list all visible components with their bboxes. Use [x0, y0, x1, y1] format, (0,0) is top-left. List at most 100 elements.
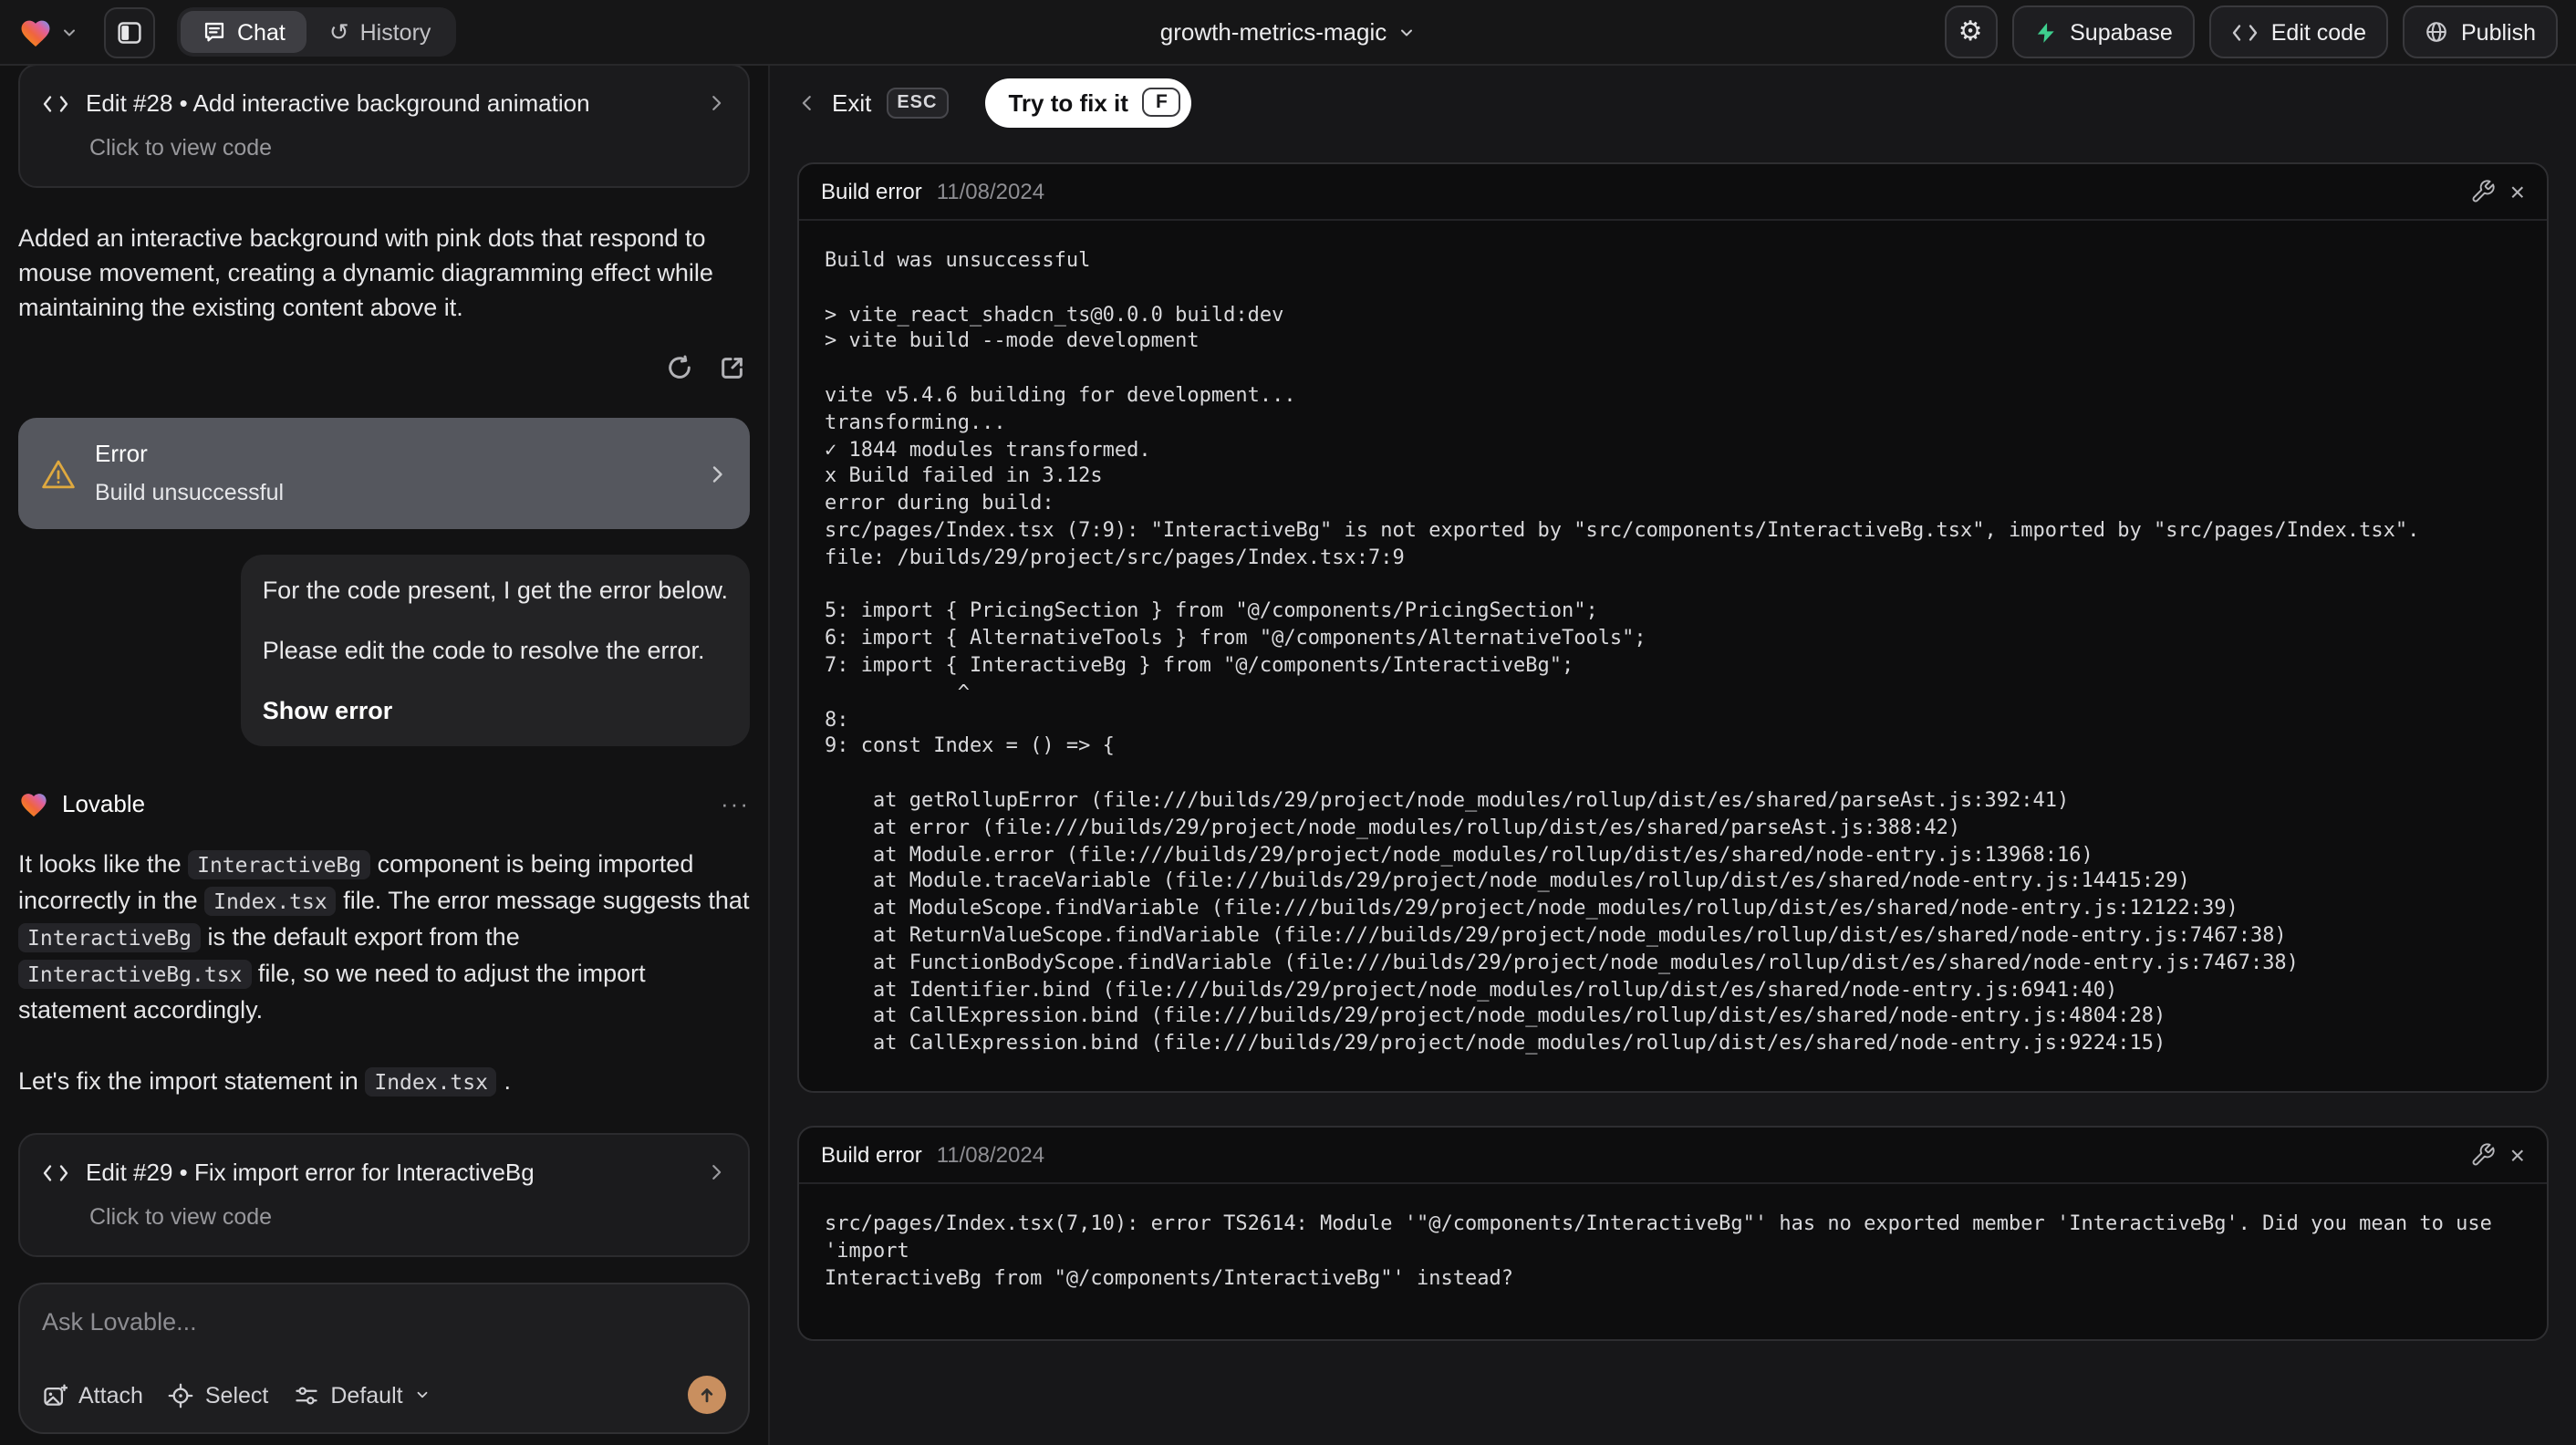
wrench-icon[interactable]	[2470, 179, 2496, 204]
text-run: is the default export from the	[201, 923, 520, 951]
lovable-heart-icon	[18, 790, 49, 817]
edit-card-29[interactable]: Edit #29 • Fix import error for Interact…	[18, 1133, 750, 1257]
chevron-down-icon	[1397, 23, 1416, 41]
tab-chat[interactable]: Chat	[181, 11, 307, 53]
text-run: It looks like the	[18, 850, 189, 878]
build-error-panel-2: Build error 11/08/2024 × src/pages/Index…	[797, 1125, 2549, 1342]
wrench-icon[interactable]	[2470, 1142, 2496, 1168]
publish-label: Publish	[2461, 19, 2536, 45]
error-card-title: Error	[95, 440, 148, 467]
exit-button[interactable]: Exit ESC	[797, 87, 949, 118]
code-brackets-icon	[2231, 21, 2259, 43]
project-switcher[interactable]: growth-metrics-magic	[1160, 18, 1417, 46]
warning-triangle-icon	[40, 457, 77, 490]
assistant-paragraph: It looks like the InteractiveBg componen…	[18, 847, 750, 1027]
lovable-logo-menu[interactable]	[18, 16, 78, 47]
settings-button[interactable]: ⚙	[1944, 5, 1998, 58]
message-more-button[interactable]: ···	[721, 786, 750, 821]
panel-left-icon	[117, 19, 142, 45]
user-message-line: Please edit the code to resolve the erro…	[262, 637, 705, 664]
edit-card-sub: Click to view code	[89, 1204, 273, 1230]
error-panel-header: Exit ESC Try to fix it F	[797, 66, 2549, 139]
code-brackets-icon	[42, 92, 69, 114]
error-detail-panel: Exit ESC Try to fix it F Build error 11/…	[770, 66, 2576, 1445]
mode-label: Default	[330, 1382, 403, 1408]
build-error-panel-header: Build error 11/08/2024 ×	[799, 1128, 2547, 1184]
chevron-down-icon	[414, 1387, 431, 1403]
build-error-card[interactable]: Error Build unsuccessful	[18, 418, 750, 529]
edit-card-label: Edit #29 • Fix import error for Interact…	[86, 1159, 535, 1186]
sidebar-toggle-button[interactable]	[104, 6, 155, 57]
build-error-date: 11/08/2024	[936, 1141, 1045, 1168]
sliders-icon	[294, 1382, 319, 1408]
build-error-date: 11/08/2024	[936, 179, 1045, 204]
edit-code-button[interactable]: Edit code	[2208, 5, 2388, 58]
chat-composer[interactable]: Attach Select	[18, 1283, 750, 1434]
build-error-panel-1: Build error 11/08/2024 × Build was unsuc…	[797, 162, 2549, 1093]
chat-message-list[interactable]: maybe diagramming points and when you mo…	[0, 66, 768, 1272]
attach-button[interactable]: Attach	[42, 1382, 143, 1408]
user-message: For the code present, I get the error be…	[240, 555, 750, 746]
chevron-right-icon	[706, 1162, 726, 1182]
inline-code: Index.tsx	[365, 1067, 497, 1097]
tab-history[interactable]: ↺ History	[307, 11, 453, 53]
f-key-badge: F	[1142, 88, 1180, 117]
supabase-label: Supabase	[2070, 19, 2173, 45]
supabase-button[interactable]: Supabase	[2011, 5, 2195, 58]
attach-label: Attach	[78, 1382, 143, 1408]
try-to-fix-button[interactable]: Try to fix it F	[984, 78, 1191, 127]
select-label: Select	[204, 1382, 269, 1408]
send-button[interactable]	[688, 1376, 726, 1414]
project-name: growth-metrics-magic	[1159, 18, 1387, 46]
composer-toolbar: Attach Select Default	[42, 1376, 726, 1414]
chevron-left-icon	[797, 92, 817, 112]
build-error-log[interactable]: Build was unsuccessful > vite_react_shad…	[799, 221, 2547, 1091]
close-icon[interactable]: ×	[2510, 1142, 2525, 1168]
mode-dropdown[interactable]: Default	[294, 1382, 430, 1408]
tab-chat-label: Chat	[237, 19, 286, 45]
inline-code: InteractiveBg	[18, 923, 202, 952]
code-brackets-icon	[42, 1161, 69, 1183]
assistant-message-header: Lovable ···	[18, 786, 750, 821]
open-preview-icon[interactable]	[719, 354, 746, 381]
show-error-link[interactable]: Show error	[263, 693, 728, 728]
chevron-down-icon	[60, 23, 78, 41]
target-icon	[169, 1382, 194, 1408]
attach-image-icon	[42, 1382, 68, 1408]
chat-panel: maybe diagramming points and when you mo…	[0, 66, 770, 1445]
inline-code: Index.tsx	[204, 887, 337, 916]
edit-card-28[interactable]: Edit #28 • Add interactive background an…	[18, 66, 750, 188]
edit-card-sub: Click to view code	[89, 135, 273, 161]
exit-label: Exit	[832, 88, 872, 116]
chat-history-segmented-control: Chat ↺ History	[177, 7, 457, 57]
esc-key-badge: ESC	[886, 87, 949, 118]
text-run: file. The error message suggests that	[336, 887, 750, 914]
lovable-app: Chat ↺ History growth-metrics-magic ⚙ Su…	[0, 0, 2576, 1445]
globe-icon	[2425, 20, 2448, 44]
close-icon[interactable]: ×	[2510, 179, 2525, 204]
chevron-right-icon	[706, 463, 728, 484]
build-error-log[interactable]: src/pages/Index.tsx(7,10): error TS2614:…	[799, 1184, 2547, 1340]
lovable-heart-icon	[18, 16, 53, 47]
build-error-title: Build error	[821, 1141, 922, 1168]
edit-card-label: Edit #28 • Add interactive background an…	[86, 89, 590, 117]
supabase-bolt-icon	[2033, 19, 2057, 45]
chat-bubble-icon	[203, 20, 226, 44]
edit-code-label: Edit code	[2270, 19, 2366, 45]
fix-label: Try to fix it	[1008, 88, 1128, 116]
text-run: .	[496, 1067, 511, 1095]
build-error-panel-header: Build error 11/08/2024 ×	[799, 164, 2547, 221]
restore-icon[interactable]	[666, 354, 693, 381]
publish-button[interactable]: Publish	[2403, 5, 2558, 58]
assistant-paragraph: Added an interactive background with pin…	[18, 224, 713, 321]
gear-icon: ⚙	[1958, 16, 1983, 47]
select-button[interactable]: Select	[169, 1382, 269, 1408]
top-bar: Chat ↺ History growth-metrics-magic ⚙ Su…	[0, 0, 2576, 66]
chat-input[interactable]	[42, 1308, 726, 1336]
inline-code: InteractiveBg.tsx	[18, 960, 252, 989]
error-card-subtitle: Build unsuccessful	[95, 480, 285, 505]
message-actions	[18, 354, 746, 381]
assistant-paragraph: Let's fix the import statement in Index.…	[18, 1064, 750, 1100]
history-icon: ↺	[328, 18, 349, 46]
assistant-name: Lovable	[62, 790, 146, 817]
